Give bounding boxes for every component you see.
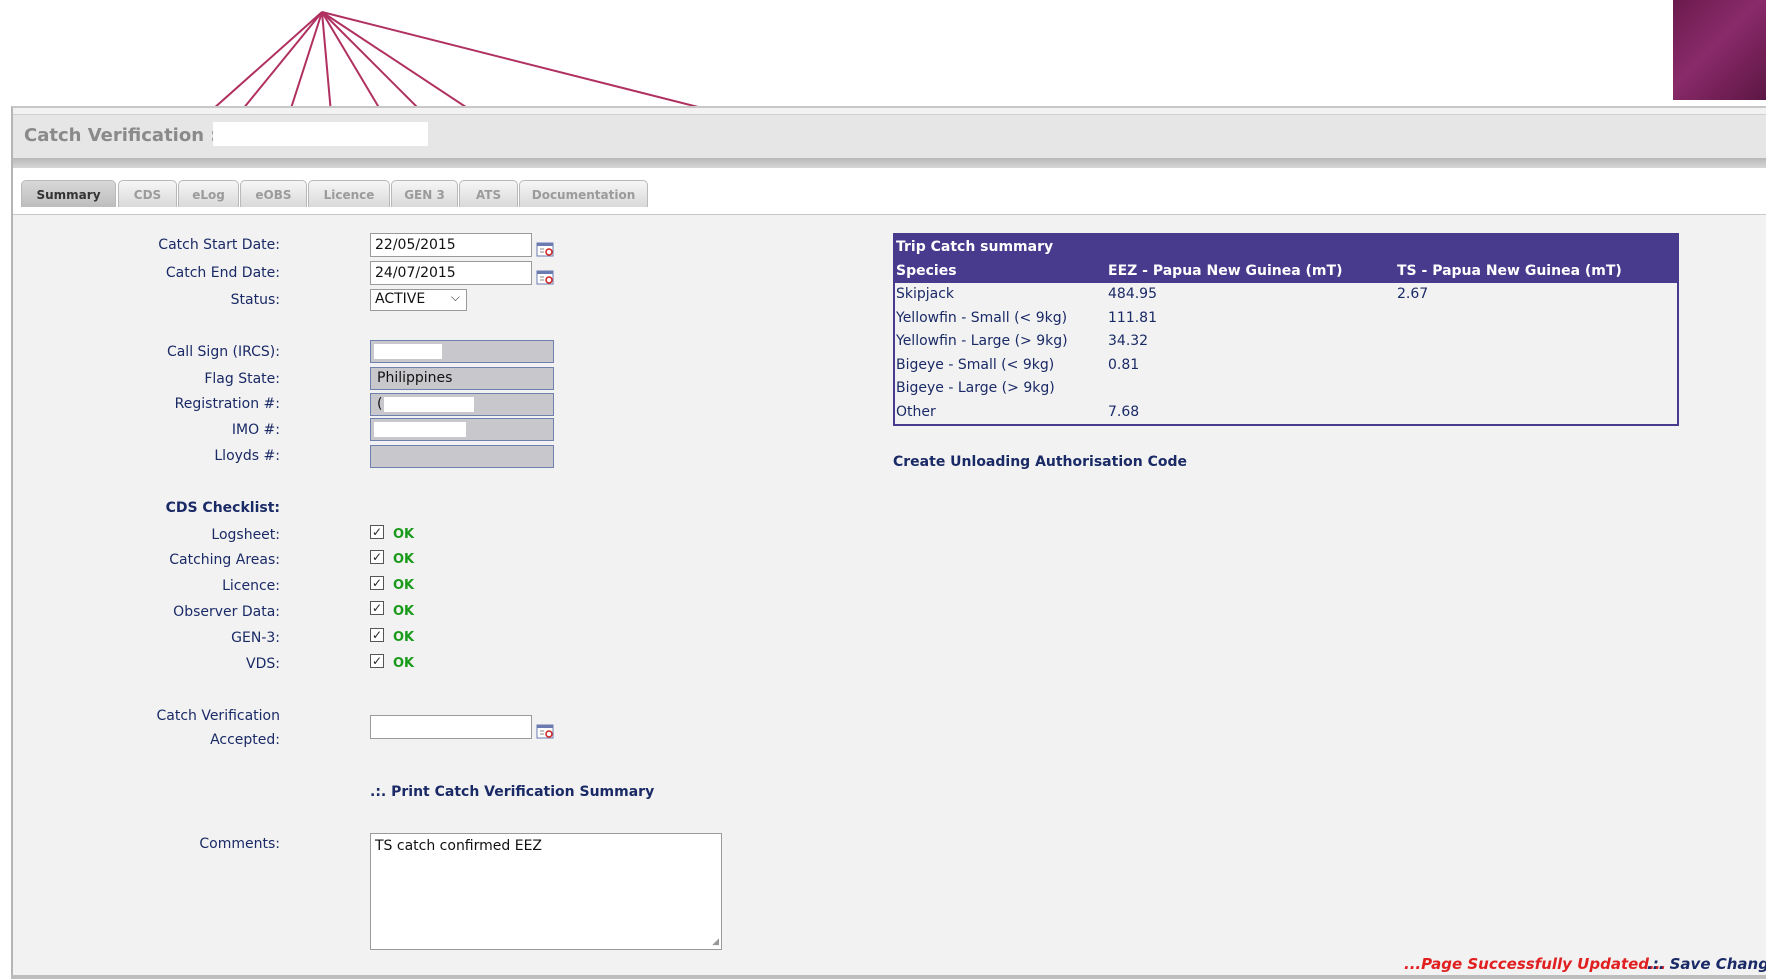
lloyds-field [370, 445, 554, 468]
tab-strip: Summary CDS eLog eOBS Licence GEN 3 ATS … [13, 168, 1766, 215]
bottom-divider [11, 975, 1766, 979]
call-sign-label: Call Sign (IRCS): [166, 344, 280, 360]
trip-catch-summary-table: Trip Catch summary Species EEZ - Papua N… [893, 233, 1679, 426]
comments-textarea[interactable]: TS catch confirmed EEZ ◢ [370, 833, 722, 950]
registration-field: ( [370, 393, 554, 416]
checklist-label: VDS: [246, 656, 280, 672]
table-cell: 2.67 [1397, 286, 1429, 302]
table-cell: Yellowfin - Small (< 9kg) [896, 310, 1068, 326]
tab-documentation-label: Documentation [531, 188, 636, 202]
summary-table-title: Trip Catch summary [896, 239, 1054, 255]
verification-accepted-input[interactable] [370, 715, 532, 739]
tab-cds-label: CDS [133, 188, 162, 202]
calendar-icon[interactable] [536, 269, 554, 285]
save-changes-link[interactable]: .:. Save Changes [1647, 955, 1766, 973]
status-select[interactable]: ACTIVE ⌵ [370, 289, 467, 311]
tab-summary[interactable]: Summary [21, 180, 116, 207]
table-cell: 111.81 [1108, 310, 1157, 326]
column-header: TS - Papua New Guinea (mT) [1397, 263, 1622, 279]
tab-gen3[interactable]: GEN 3 [391, 180, 458, 207]
checkbox-checked-icon[interactable]: ✓ [370, 550, 384, 564]
tab-gen3-label: GEN 3 [404, 188, 445, 202]
checklist-status: OK [393, 630, 415, 645]
redacted-block [374, 344, 442, 359]
tab-ats[interactable]: ATS [459, 180, 518, 207]
title-divider [13, 158, 1766, 168]
imo-field [370, 418, 554, 441]
checklist-label: Catching Areas: [169, 552, 280, 568]
table-cell: 34.32 [1108, 333, 1149, 349]
table-cell: Skipjack [896, 286, 955, 302]
catch-start-label: Catch Start Date: [158, 237, 280, 253]
tab-elog[interactable]: eLog [178, 180, 239, 207]
checklist-status: OK [393, 552, 415, 567]
redacted-block [374, 422, 466, 437]
verification-label-line1: Catch Verification [156, 708, 280, 724]
checkbox-checked-icon[interactable]: ✓ [370, 601, 384, 615]
corner-decoration [1673, 0, 1766, 100]
checklist-label: GEN-3: [231, 630, 280, 646]
column-header: Species [896, 263, 957, 279]
status-label: Status: [230, 292, 280, 308]
table-cell: Bigeye - Small (< 9kg) [896, 357, 1055, 373]
page-title: Catch Verification : [24, 125, 218, 146]
table-cell: 7.68 [1108, 404, 1140, 420]
checkbox-checked-icon[interactable]: ✓ [370, 654, 384, 668]
create-unloading-code-link[interactable]: Create Unloading Authorisation Code [893, 454, 1187, 470]
chevron-down-icon: ⌵ [450, 290, 460, 304]
flag-state-value: Philippines [377, 370, 453, 386]
tab-eobs-label: eOBS [255, 188, 292, 202]
tab-eobs[interactable]: eOBS [240, 180, 307, 207]
catch-end-input[interactable] [370, 261, 532, 285]
checklist-status: OK [393, 656, 415, 671]
table-cell: 0.81 [1108, 357, 1140, 373]
redacted-block [384, 397, 474, 412]
title-value-field [213, 122, 428, 146]
tab-licence[interactable]: Licence [308, 180, 390, 207]
table-cell: Other [896, 404, 936, 420]
verification-label-line2: Accepted: [210, 732, 280, 748]
status-select-value: ACTIVE [375, 291, 426, 307]
title-bar: Catch Verification : [13, 114, 1766, 159]
tab-ats-label: ATS [475, 188, 502, 202]
cds-checklist-heading: CDS Checklist: [165, 500, 280, 516]
comments-value: TS catch confirmed EEZ [375, 838, 543, 854]
tab-summary-label: Summary [36, 188, 101, 202]
column-header: EEZ - Papua New Guinea (mT) [1108, 263, 1343, 279]
print-summary-link[interactable]: .:. Print Catch Verification Summary [370, 784, 654, 800]
registration-label: Registration #: [174, 396, 280, 412]
checklist-status: OK [393, 578, 415, 593]
lloyds-label: Lloyds #: [214, 448, 280, 464]
flag-state-field: Philippines [370, 367, 554, 390]
table-cell: Yellowfin - Large (> 9kg) [896, 333, 1068, 349]
calendar-icon[interactable] [536, 723, 554, 739]
resize-grip-icon[interactable]: ◢ [712, 937, 719, 947]
flag-state-label: Flag State: [204, 371, 280, 387]
table-cell: 484.95 [1108, 286, 1157, 302]
checklist-label: Logsheet: [211, 527, 280, 543]
checklist-status: OK [393, 604, 415, 619]
tab-documentation[interactable]: Documentation [519, 180, 648, 207]
tab-cds[interactable]: CDS [118, 180, 177, 207]
catch-start-input[interactable] [370, 233, 532, 257]
tab-licence-label: Licence [323, 188, 375, 202]
checkbox-checked-icon[interactable]: ✓ [370, 628, 384, 642]
imo-label: IMO #: [231, 422, 280, 438]
checklist-status: OK [393, 527, 415, 542]
checkbox-checked-icon[interactable]: ✓ [370, 525, 384, 539]
tab-elog-label: eLog [192, 188, 225, 202]
catch-end-label: Catch End Date: [165, 265, 280, 281]
status-message: ...Page Successfully Updated... [1404, 955, 1667, 973]
table-cell: Bigeye - Large (> 9kg) [896, 380, 1055, 396]
comments-label: Comments: [199, 836, 280, 852]
checklist-label: Observer Data: [173, 604, 280, 620]
call-sign-field [370, 340, 554, 363]
registration-value: ( [377, 396, 383, 412]
checkbox-checked-icon[interactable]: ✓ [370, 576, 384, 590]
calendar-icon[interactable] [536, 241, 554, 257]
checklist-label: Licence: [222, 578, 280, 594]
